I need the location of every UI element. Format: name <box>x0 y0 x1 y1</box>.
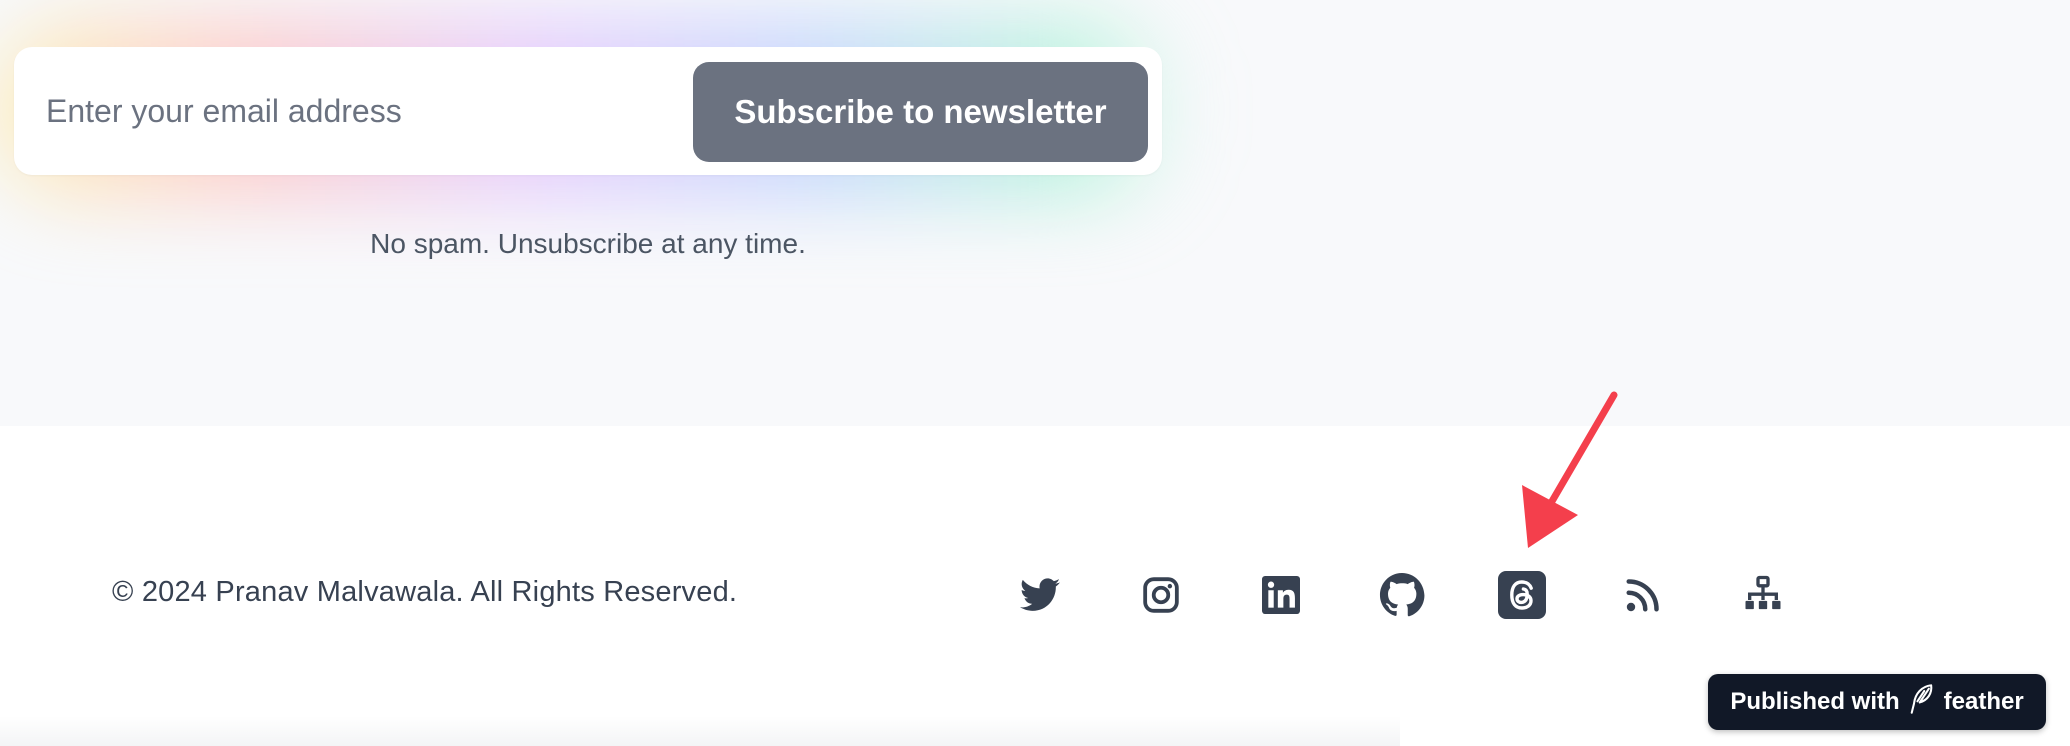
feather-brand-label: feather <box>1943 688 2024 715</box>
social-links <box>1015 570 2015 620</box>
published-with-label: Published with <box>1730 688 1900 715</box>
subscribe-button[interactable]: Subscribe to newsletter <box>693 62 1148 162</box>
threads-icon <box>1498 571 1546 619</box>
instagram-icon <box>1142 576 1180 614</box>
sitemap-link[interactable] <box>1738 570 1788 620</box>
instagram-link[interactable] <box>1136 570 1186 620</box>
no-spam-note: No spam. Unsubscribe at any time. <box>370 228 806 259</box>
newsletter-section: Subscribe to newsletter No spam. Unsubsc… <box>0 0 2070 426</box>
copyright-text: © 2024 Pranav Malvawala. All Rights Rese… <box>112 576 738 608</box>
published-with-badge[interactable]: Published with feather <box>1708 674 2046 730</box>
sitemap-icon <box>1743 575 1783 615</box>
threads-link[interactable] <box>1497 570 1547 620</box>
linkedin-icon <box>1262 576 1300 614</box>
twitter-icon <box>1020 578 1060 612</box>
github-link[interactable] <box>1377 570 1427 620</box>
rss-icon <box>1625 577 1661 613</box>
subscribe-form: Subscribe to newsletter <box>14 47 1162 175</box>
twitter-link[interactable] <box>1015 570 1065 620</box>
github-icon <box>1379 572 1425 618</box>
bottom-shadow <box>0 716 1400 746</box>
linkedin-link[interactable] <box>1256 570 1306 620</box>
email-input[interactable] <box>30 67 670 155</box>
rss-link[interactable] <box>1618 570 1668 620</box>
feather-icon <box>1908 683 1936 722</box>
